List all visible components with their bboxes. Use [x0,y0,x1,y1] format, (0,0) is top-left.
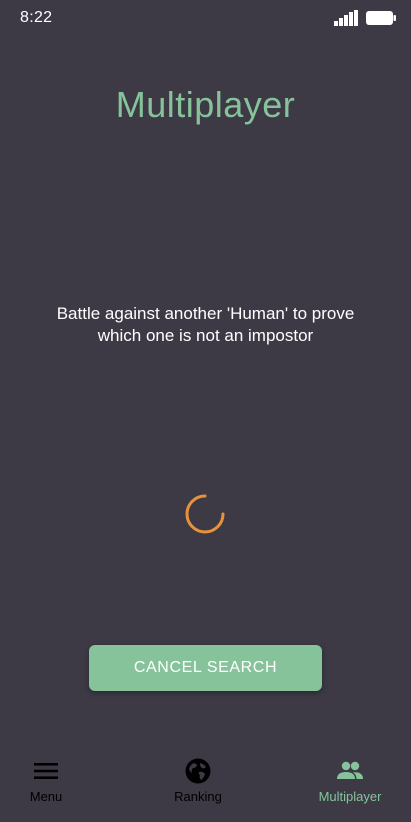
hamburger-menu-icon [34,763,58,779]
nav-item-multiplayer[interactable]: Multiplayer [305,752,395,808]
cellular-signal-icon [334,10,358,26]
nav-label-ranking: Ranking [174,789,222,804]
globe-icon [185,758,211,784]
cancel-search-button[interactable]: CANCEL SEARCH [89,645,322,691]
multiplayer-screen: 8:22 Multiplayer Battle against another … [0,0,411,822]
nav-item-ranking[interactable]: Ranking [158,752,238,808]
nav-label-multiplayer: Multiplayer [318,789,382,804]
description-text: Battle against another 'Human' to prove … [56,304,355,345]
bottom-navigation: Menu Ranking Multiplayer [0,752,411,822]
status-bar: 8:22 [0,0,411,36]
nav-label-menu: Menu [29,789,63,804]
people-icon [337,761,363,779]
status-time: 8:22 [20,9,53,26]
loading-spinner-icon [185,494,225,534]
battery-icon [366,11,396,25]
nav-item-menu[interactable]: Menu [16,752,76,808]
cancel-search-label: CANCEL SEARCH [133,659,278,676]
page-title: Multiplayer [115,84,296,125]
